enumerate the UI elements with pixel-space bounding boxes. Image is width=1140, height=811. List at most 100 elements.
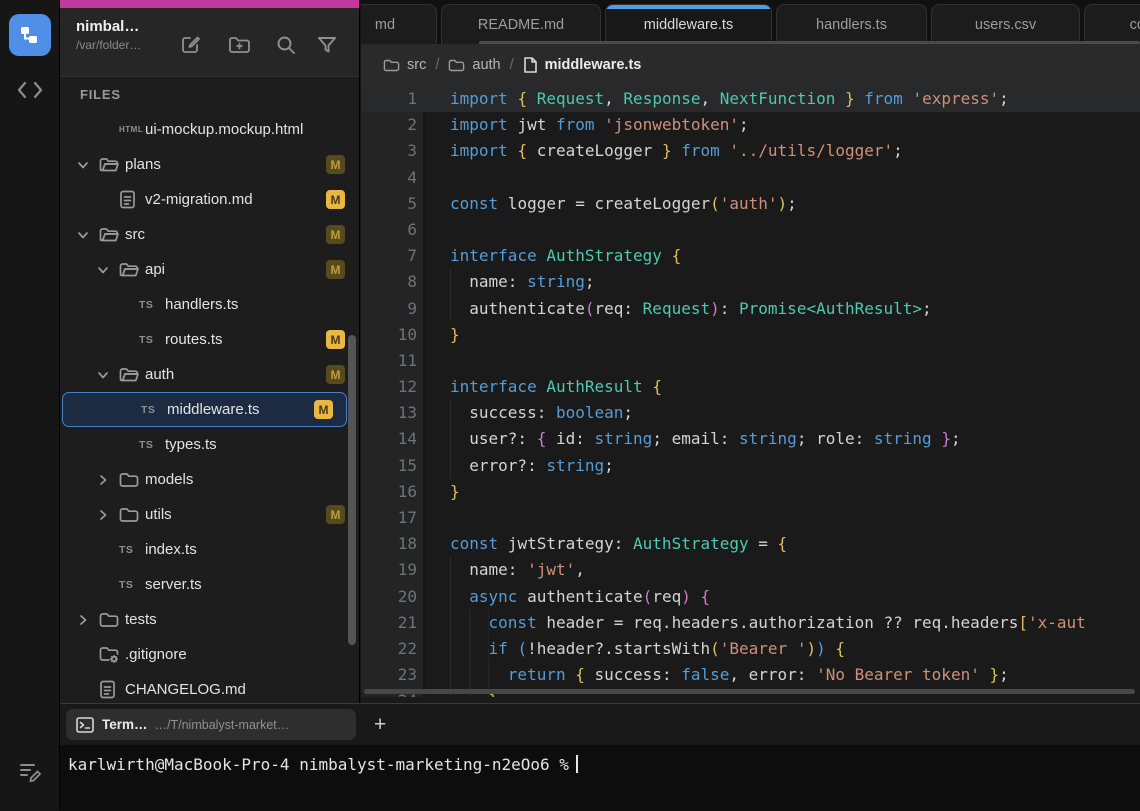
line-number[interactable]: 10 [361, 322, 417, 348]
tree-item-index-ts[interactable]: TS index.ts [61, 532, 358, 567]
code-line-17[interactable]: 17 [361, 505, 1140, 531]
code-line-16[interactable]: 16} [361, 479, 1140, 505]
editor-tab-handlers-ts[interactable]: handlers.ts [776, 4, 927, 44]
sidebar-scrollbar[interactable] [348, 335, 356, 645]
tree-item--gitignore[interactable]: .gitignore [61, 637, 358, 672]
line-number[interactable]: 9 [361, 296, 417, 322]
chevron-right-icon[interactable] [97, 474, 119, 486]
code-line-23[interactable]: 23 return { success: false, error: 'No Be… [361, 662, 1140, 689]
breadcrumb-item-auth[interactable]: auth [448, 57, 501, 73]
git-modified-badge: M [326, 225, 345, 244]
code-line-2[interactable]: 2 import jwt from 'jsonwebtoken'; [361, 112, 1140, 138]
line-number[interactable]: 15 [361, 453, 417, 479]
tree-item-types-ts[interactable]: TS types.ts [61, 427, 358, 462]
line-number[interactable]: 23 [361, 662, 417, 688]
app-logo[interactable] [9, 14, 51, 56]
chevron-down-icon[interactable] [97, 264, 119, 276]
tree-item-handlers-ts[interactable]: TS handlers.ts [61, 287, 358, 322]
line-number[interactable]: 17 [361, 505, 417, 531]
line-number[interactable]: 16 [361, 479, 417, 505]
chevron-down-icon[interactable] [77, 159, 99, 171]
line-number[interactable]: 18 [361, 531, 417, 557]
line-number[interactable]: 13 [361, 400, 417, 426]
folder-icon [119, 471, 145, 489]
line-number[interactable]: 2 [361, 112, 417, 138]
code-line-12[interactable]: 12 interface AuthResult { [361, 374, 1140, 400]
notes-edit-icon[interactable] [0, 758, 60, 784]
code-line-3[interactable]: 3 import { createLogger } from '../utils/… [361, 138, 1140, 164]
file-tree: HTML ui-mockup.mockup.html plans Mv2-migrat… [60, 112, 359, 703]
line-number[interactable]: 22 [361, 636, 417, 662]
code-line-10[interactable]: 10} [361, 322, 1140, 348]
code-line-14[interactable]: 14 user?: { id: string; email: string; ro… [361, 426, 1140, 453]
code-line-8[interactable]: 8 name: string; [361, 269, 1140, 296]
tree-item-models[interactable]: models [61, 462, 358, 497]
code-line-11[interactable]: 11 [361, 348, 1140, 374]
editor-tab-config[interactable]: config [1084, 4, 1140, 44]
code-line-19[interactable]: 19 name: 'jwt', [361, 557, 1140, 584]
new-folder-icon[interactable] [228, 34, 251, 56]
terminal-output[interactable]: karlwirth@MacBook-Pro-4 nimbalyst-market… [60, 745, 1140, 811]
terminal-tab[interactable]: Term… …/T/nimbalyst-market… [66, 709, 356, 740]
line-number[interactable]: 14 [361, 426, 417, 452]
editor-tab-users-csv[interactable]: users.csv [931, 4, 1080, 44]
tree-item-server-ts[interactable]: TS server.ts [61, 567, 358, 602]
chevron-right-icon[interactable] [77, 614, 99, 626]
line-number[interactable]: 7 [361, 243, 417, 269]
code-editor[interactable]: 1 import { Request, Response, NextFunctio… [361, 86, 1140, 697]
line-number[interactable]: 6 [361, 217, 417, 243]
chevron-down-icon[interactable] [97, 369, 119, 381]
add-terminal-button[interactable]: + [374, 713, 386, 737]
tree-item-api[interactable]: api M [61, 252, 358, 287]
files-section-header[interactable]: FILES [60, 76, 359, 112]
tab-bar: md README.md middleware.ts handlers.ts users… [361, 0, 1140, 44]
tree-item-changelog-md[interactable]: CHANGELOG.md [61, 672, 358, 703]
code-line-22[interactable]: 22 if (!header?.startsWith('Bearer ')) { [361, 635, 1140, 663]
editor-tab-md[interactable]: md [361, 4, 437, 44]
code-line-15[interactable]: 15 error?: string; [361, 452, 1140, 479]
code-line-6[interactable]: 6 [361, 217, 1140, 243]
tree-item-v2-migration-md[interactable]: v2-migration.md M [61, 182, 358, 217]
code-line-4[interactable]: 4 [361, 165, 1140, 191]
tree-item-middleware-ts[interactable]: TS middleware.ts M [62, 392, 347, 427]
code-line-13[interactable]: 13 success: boolean; [361, 400, 1140, 427]
line-number[interactable]: 20 [361, 584, 417, 610]
tree-item-src[interactable]: src M [61, 217, 358, 252]
tree-item-utils[interactable]: utils M [61, 497, 358, 532]
new-file-icon[interactable] [180, 34, 202, 56]
breadcrumb-item-src[interactable]: src [383, 57, 426, 73]
line-number[interactable]: 4 [361, 165, 417, 191]
code-line-18[interactable]: 18 const jwtStrategy: AuthStrategy = { [361, 531, 1140, 557]
search-icon[interactable] [275, 34, 297, 56]
line-number[interactable]: 21 [361, 610, 417, 636]
breadcrumb[interactable]: src / auth / middleware.ts [361, 44, 1140, 86]
line-number[interactable]: 8 [361, 269, 417, 295]
tree-item-routes-ts[interactable]: TS routes.ts M [61, 322, 358, 357]
code-line-9[interactable]: 9 authenticate(req: Request): Promise<Aut… [361, 295, 1140, 322]
code-line-1[interactable]: 1 import { Request, Response, NextFunctio… [361, 86, 1140, 113]
code-line-5[interactable]: 5 const logger = createLogger('auth'); [361, 191, 1140, 217]
line-number[interactable]: 11 [361, 348, 417, 374]
chevron-right-icon[interactable] [97, 509, 119, 521]
line-number[interactable]: 12 [361, 374, 417, 400]
breadcrumb-item-middleware-ts[interactable]: middleware.ts [523, 56, 641, 74]
tab-label: md [374, 16, 396, 33]
code-line-7[interactable]: 7 interface AuthStrategy { [361, 243, 1140, 269]
tree-item-ui-mockup-mockup-html[interactable]: HTML ui-mockup.mockup.html [61, 112, 358, 147]
tree-item-auth[interactable]: auth M [61, 357, 358, 392]
editor-hscrollbar[interactable] [364, 689, 1135, 694]
code-panel-icon[interactable] [0, 80, 60, 100]
editor-tab-readme-md[interactable]: README.md [441, 4, 601, 44]
line-number[interactable]: 19 [361, 557, 417, 583]
code-line-20[interactable]: 20 async authenticate(req) { [361, 583, 1140, 610]
chevron-down-icon[interactable] [77, 229, 99, 241]
tree-item-tests[interactable]: tests [61, 602, 358, 637]
editor-tab-middleware-ts[interactable]: middleware.ts [605, 4, 772, 44]
line-number[interactable]: 1 [361, 86, 417, 112]
code-line-21[interactable]: 21 const header = req.headers.authorizati… [361, 609, 1140, 636]
line-number[interactable]: 5 [361, 191, 417, 217]
workflow-icon [21, 27, 37, 43]
filter-icon[interactable] [316, 34, 338, 56]
tree-item-plans[interactable]: plans M [61, 147, 358, 182]
line-number[interactable]: 3 [361, 138, 417, 164]
